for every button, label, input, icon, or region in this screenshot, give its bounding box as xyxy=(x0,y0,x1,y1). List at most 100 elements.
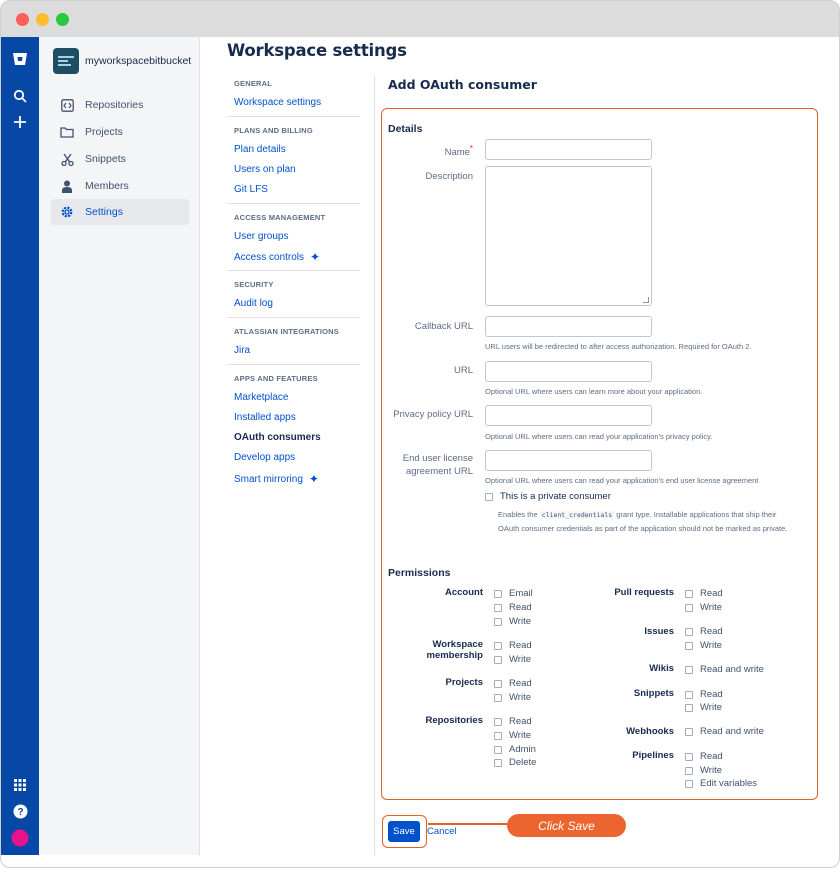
perm-account-read[interactable]: Read xyxy=(494,602,532,613)
perm-pr-read[interactable]: Read xyxy=(685,588,723,599)
url-input[interactable] xyxy=(485,361,652,382)
private-consumer-checkbox[interactable] xyxy=(485,492,493,501)
perm-label-account: Account xyxy=(445,587,483,598)
option-label: Read xyxy=(509,640,532,651)
eula-label-line2: agreement URL xyxy=(405,466,473,477)
checkbox[interactable] xyxy=(494,717,502,726)
link-marketplace[interactable]: Marketplace xyxy=(234,392,288,403)
perm-pr-write[interactable]: Write xyxy=(685,602,722,613)
section-header-access-management: ACCESS MANAGEMENT xyxy=(234,213,326,222)
link-access-controls[interactable]: Access controls ✦ xyxy=(234,250,320,264)
avatar[interactable] xyxy=(10,828,30,848)
perm-projects-read[interactable]: Read xyxy=(494,678,532,689)
checkbox[interactable] xyxy=(685,727,693,736)
perm-webhooks-read-write[interactable]: Read and write xyxy=(685,726,764,737)
link-user-groups[interactable]: User groups xyxy=(234,231,288,242)
perm-issues-read[interactable]: Read xyxy=(685,626,723,637)
link-workspace-settings[interactable]: Workspace settings xyxy=(234,97,321,108)
link-oauth-consumers[interactable]: OAuth consumers xyxy=(234,432,321,443)
checkbox[interactable] xyxy=(685,703,693,712)
checkbox[interactable] xyxy=(685,641,693,650)
search-icon[interactable] xyxy=(10,86,30,106)
checkbox[interactable] xyxy=(685,779,693,788)
checkbox[interactable] xyxy=(494,745,502,754)
perm-snippets-read[interactable]: Read xyxy=(685,689,723,700)
divider xyxy=(227,270,360,271)
sidebar-item-repositories[interactable]: Repositories xyxy=(51,92,189,118)
checkbox[interactable] xyxy=(685,665,693,674)
checkbox[interactable] xyxy=(685,766,693,775)
link-audit-log[interactable]: Audit log xyxy=(234,298,273,309)
option-label: Write xyxy=(509,730,531,741)
checkbox[interactable] xyxy=(494,655,502,664)
perm-issues-write[interactable]: Write xyxy=(685,640,722,651)
url-help: Optional URL where users can learn more … xyxy=(485,387,703,396)
checkbox[interactable] xyxy=(494,617,502,626)
link-users-on-plan[interactable]: Users on plan xyxy=(234,164,296,175)
content-divider xyxy=(374,75,375,855)
global-nav-rail: ? xyxy=(1,37,39,855)
perm-account-email[interactable]: Email xyxy=(494,588,533,599)
option-label: Read xyxy=(509,602,532,613)
perm-workspace-write[interactable]: Write xyxy=(494,654,531,665)
sidebar-item-members[interactable]: Members xyxy=(51,173,189,199)
eula-url-input[interactable] xyxy=(485,450,652,471)
sidebar-item-snippets[interactable]: Snippets xyxy=(51,146,189,172)
perm-pipelines-write[interactable]: Write xyxy=(685,765,722,776)
checkbox[interactable] xyxy=(685,752,693,761)
apps-grid-icon[interactable] xyxy=(10,775,30,795)
checkbox[interactable] xyxy=(494,641,502,650)
help-icon[interactable]: ? xyxy=(10,801,30,821)
checkbox[interactable] xyxy=(685,627,693,636)
name-label: Name* xyxy=(445,142,473,159)
sidebar-item-projects[interactable]: Projects xyxy=(51,119,189,145)
bitbucket-logo-icon[interactable] xyxy=(10,49,30,69)
link-installed-apps[interactable]: Installed apps xyxy=(234,412,296,423)
checkbox[interactable] xyxy=(494,603,502,612)
maximize-window-button[interactable] xyxy=(56,13,69,26)
close-window-button[interactable] xyxy=(16,13,29,26)
link-develop-apps[interactable]: Develop apps xyxy=(234,452,295,463)
cancel-link[interactable]: Cancel xyxy=(427,826,457,837)
sidebar-item-settings[interactable]: Settings xyxy=(51,199,189,225)
private-consumer-row[interactable]: This is a private consumer xyxy=(485,491,611,502)
perm-repositories-read[interactable]: Read xyxy=(494,716,532,727)
perm-repositories-write[interactable]: Write xyxy=(494,730,531,741)
title-bar xyxy=(1,1,839,37)
perm-workspace-read[interactable]: Read xyxy=(494,640,532,651)
checkbox[interactable] xyxy=(685,603,693,612)
name-input[interactable] xyxy=(485,139,652,160)
link-plan-details[interactable]: Plan details xyxy=(234,144,286,155)
details-heading: Details xyxy=(388,123,423,135)
link-label: Smart mirroring xyxy=(234,473,303,485)
perm-snippets-write[interactable]: Write xyxy=(685,702,722,713)
perm-projects-write[interactable]: Write xyxy=(494,692,531,703)
checkbox[interactable] xyxy=(494,693,502,702)
perm-repositories-delete[interactable]: Delete xyxy=(494,757,536,768)
workspace-header[interactable]: myworkspacebitbucket xyxy=(53,48,191,74)
callback-url-input[interactable] xyxy=(485,316,652,337)
perm-repositories-admin[interactable]: Admin xyxy=(494,744,536,755)
link-smart-mirroring[interactable]: Smart mirroring ✦ xyxy=(234,472,319,486)
checkbox[interactable] xyxy=(685,589,693,598)
perm-pipelines-read[interactable]: Read xyxy=(685,751,723,762)
create-icon[interactable] xyxy=(10,112,30,132)
checkbox[interactable] xyxy=(494,731,502,740)
save-button[interactable]: Save xyxy=(388,821,420,842)
perm-wikis-read-write[interactable]: Read and write xyxy=(685,664,764,675)
privacy-policy-url-input[interactable] xyxy=(485,405,652,426)
link-jira[interactable]: Jira xyxy=(234,345,250,356)
perm-account-write[interactable]: Write xyxy=(494,616,531,627)
divider xyxy=(227,116,360,117)
checkbox[interactable] xyxy=(685,690,693,699)
checkbox[interactable] xyxy=(494,589,502,598)
perm-pipelines-edit-variables[interactable]: Edit variables xyxy=(685,778,757,789)
checkbox[interactable] xyxy=(494,679,502,688)
resize-handle-icon[interactable] xyxy=(643,297,649,303)
section-header-atlassian-integrations: ATLASSIAN INTEGRATIONS xyxy=(234,327,339,336)
checkbox[interactable] xyxy=(494,758,502,767)
description-textarea[interactable] xyxy=(485,166,652,306)
link-git-lfs[interactable]: Git LFS xyxy=(234,184,268,195)
minimize-window-button[interactable] xyxy=(36,13,49,26)
workspace-name: myworkspacebitbucket xyxy=(85,55,192,67)
